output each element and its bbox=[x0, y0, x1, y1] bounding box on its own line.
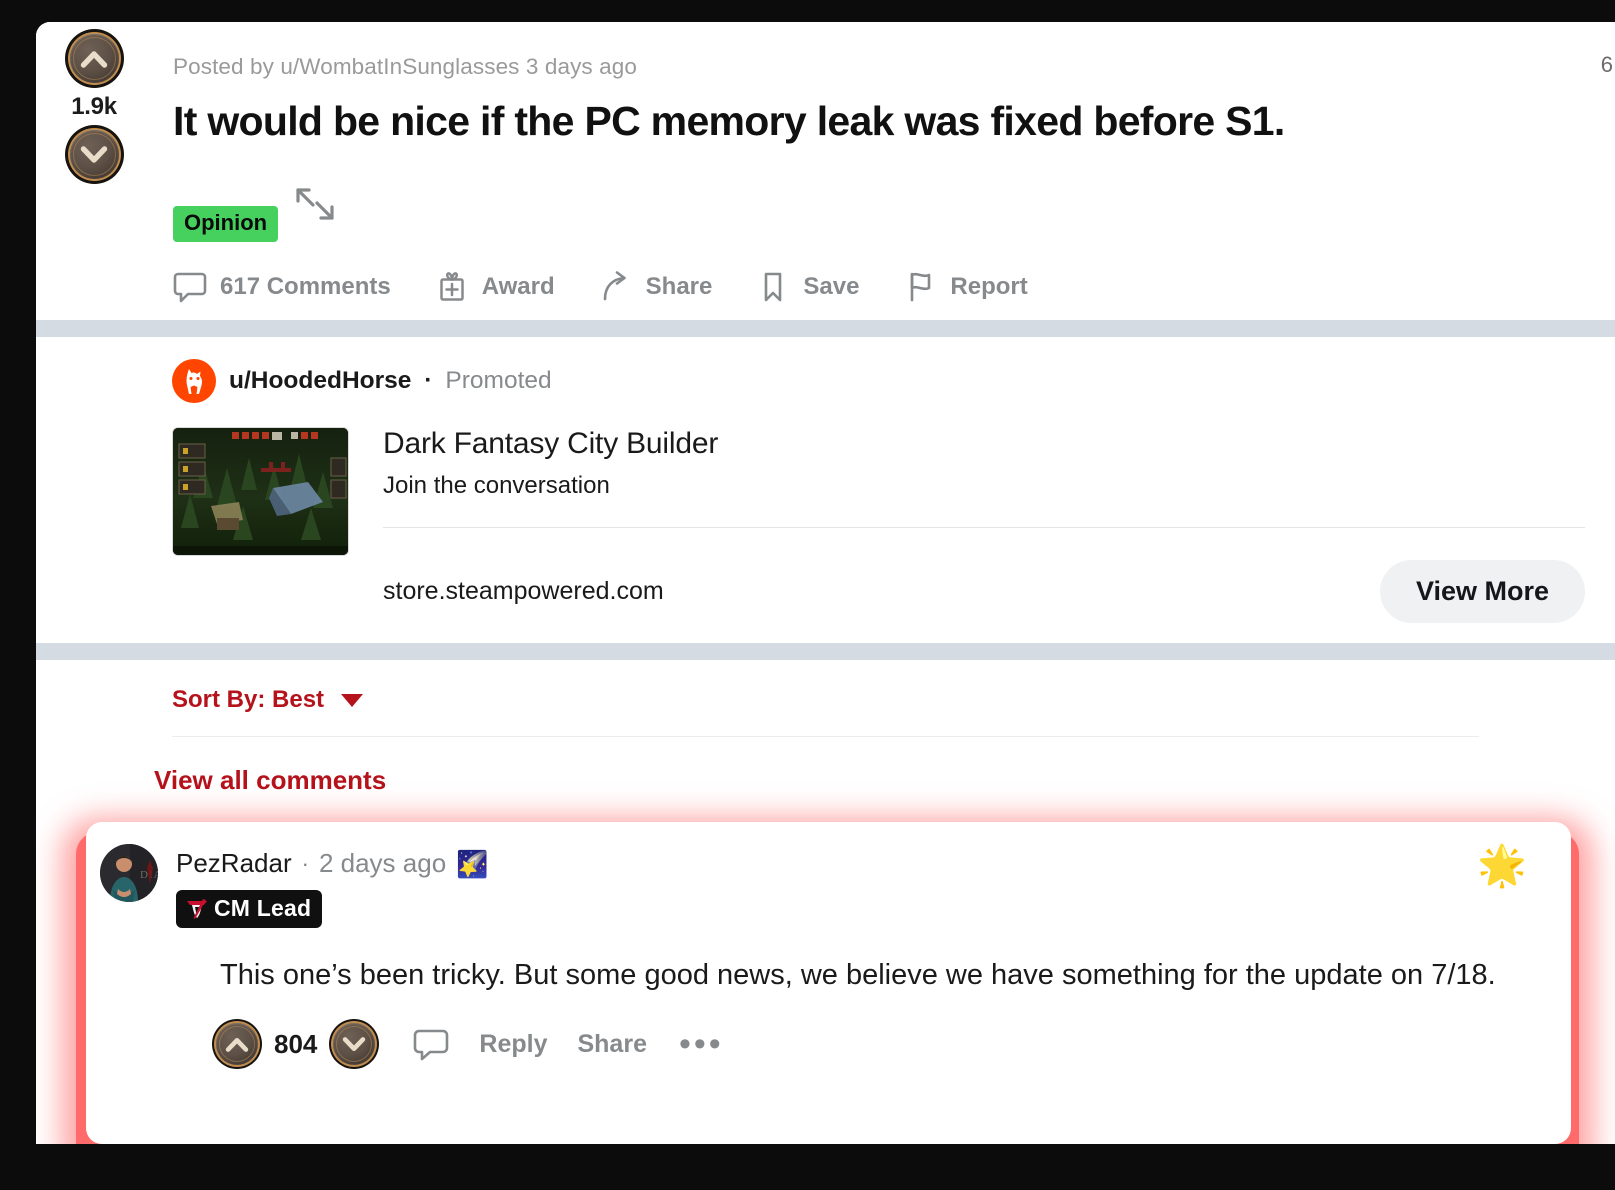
downvote-chevron-icon bbox=[80, 145, 108, 163]
flag-icon bbox=[911, 272, 931, 302]
post-card: 1.9k Posted by u/WombatInSunglasses 3 da… bbox=[36, 22, 1615, 1145]
comment-username[interactable]: PezRadar bbox=[176, 848, 292, 879]
view-more-button[interactable]: View More bbox=[1379, 560, 1585, 624]
comment-author-line: PezRadar · 2 days ago 🌠 bbox=[176, 848, 489, 879]
ad-divider bbox=[383, 527, 1585, 529]
pezradar-avatar[interactable]: DIA bbox=[100, 844, 158, 903]
cm-lead-badge: CM Lead bbox=[176, 890, 323, 929]
ad-header: u/HoodedHorse · Promoted bbox=[172, 359, 1615, 404]
comment-reply-button[interactable]: Reply bbox=[479, 1030, 547, 1059]
post-action-bar: 617 Comments Award Share Save Report bbox=[173, 270, 1615, 304]
section-divider-2 bbox=[36, 643, 1615, 661]
ad-text-column: Dark Fantasy City Builder Join the conve… bbox=[383, 427, 1615, 624]
sort-by-dropdown[interactable]: Sort By: Best bbox=[172, 686, 364, 714]
post-report-label: Report bbox=[950, 273, 1028, 301]
comment-score: 804 bbox=[274, 1028, 318, 1059]
post-save-label: Save bbox=[803, 273, 860, 301]
post-save-button[interactable]: Save bbox=[756, 270, 859, 304]
ad-content: Dark Fantasy City Builder Join the conve… bbox=[172, 427, 1615, 624]
comment-pezradar: 🌟 DIA bbox=[86, 822, 1571, 1145]
post-upvote-button[interactable] bbox=[69, 34, 119, 83]
post-award-button[interactable]: Award bbox=[435, 270, 555, 304]
diablo-d-logo bbox=[187, 898, 207, 919]
sort-by-label: Sort By: Best bbox=[172, 686, 325, 714]
downvote-chevron-icon bbox=[343, 1036, 366, 1051]
post-comments-button[interactable]: 617 Comments bbox=[173, 270, 391, 304]
ad-promoted-label: Promoted bbox=[445, 367, 552, 395]
comment-overflow-button[interactable]: ••• bbox=[679, 1027, 724, 1062]
comment-timestamp: 2 days ago bbox=[318, 848, 447, 879]
horse-head-avatar[interactable] bbox=[172, 359, 216, 404]
comment-emoji: 🌠 bbox=[456, 848, 489, 879]
edge-glyph: 6 bbox=[1600, 52, 1613, 77]
post-title: It would be nice if the PC memory leak w… bbox=[173, 98, 1285, 144]
post-vote-column: 1.9k bbox=[49, 34, 139, 179]
comment-meta: PezRadar · 2 days ago 🌠 CM Lead bbox=[176, 844, 489, 929]
post-byline: Posted by u/WombatInSunglasses 3 days ag… bbox=[173, 54, 637, 79]
sort-divider bbox=[172, 736, 1479, 738]
expand-arrows-icon[interactable] bbox=[289, 178, 341, 230]
comment-reply-icon-button[interactable] bbox=[413, 1027, 449, 1061]
comment-body: This one’s been tricky. But some good ne… bbox=[220, 959, 1496, 992]
ad-title[interactable]: Dark Fantasy City Builder bbox=[383, 427, 1585, 461]
gift-award-icon bbox=[439, 272, 464, 301]
comments-toolbar: Sort By: Best View all comments bbox=[36, 660, 1615, 797]
section-divider-1 bbox=[36, 320, 1615, 338]
bookmark-icon bbox=[765, 272, 782, 302]
upvote-chevron-icon bbox=[225, 1037, 249, 1052]
chevron-down-icon bbox=[341, 693, 364, 707]
ad-separator: · bbox=[424, 367, 433, 395]
comment-downvote-button[interactable] bbox=[333, 1023, 376, 1066]
ad-footer: store.steampowered.com View More bbox=[383, 560, 1585, 624]
post-downvote-button[interactable] bbox=[69, 130, 119, 179]
post-score: 1.9k bbox=[71, 93, 117, 120]
avatar-art: DIA bbox=[100, 844, 158, 903]
post-share-button[interactable]: Share bbox=[599, 270, 713, 304]
comment-corner-emoji: 🌟 bbox=[1477, 844, 1527, 889]
game-screenshot-thumbnail[interactable] bbox=[172, 427, 349, 557]
post-comments-label: 617 Comments bbox=[220, 273, 391, 301]
view-all-comments-link[interactable]: View all comments bbox=[154, 765, 386, 796]
promoted-ad: u/HoodedHorse · Promoted Dark Fantasy Ci… bbox=[36, 337, 1615, 644]
post-award-label: Award bbox=[481, 273, 555, 301]
post-flair[interactable]: Opinion bbox=[173, 206, 279, 243]
page-root: 1.9k Posted by u/WombatInSunglasses 3 da… bbox=[0, 0, 1615, 1190]
comment-header: DIA PezRadar bbox=[86, 844, 1571, 929]
ad-username[interactable]: u/HoodedHorse bbox=[229, 367, 411, 395]
share-arrow-icon bbox=[603, 271, 626, 301]
comment-separator: · bbox=[301, 850, 309, 876]
comment-footer: 804 Reply Share ••• bbox=[216, 1023, 1571, 1066]
comment-bubble-icon bbox=[414, 1029, 449, 1061]
ad-url[interactable]: store.steampowered.com bbox=[383, 577, 664, 606]
post-report-button[interactable]: Report bbox=[903, 270, 1028, 304]
upvote-chevron-icon bbox=[80, 50, 108, 68]
ad-subtitle: Join the conversation bbox=[383, 472, 610, 500]
thumbnail-art bbox=[173, 428, 348, 556]
highlighted-comment-wrapper: 🌟 DIA bbox=[44, 822, 1599, 1145]
cm-lead-badge-text: CM Lead bbox=[214, 895, 312, 922]
comment-upvote-button[interactable] bbox=[216, 1023, 258, 1066]
post-share-label: Share bbox=[645, 273, 713, 301]
post: 1.9k Posted by u/WombatInSunglasses 3 da… bbox=[36, 22, 1615, 321]
horse-head-icon bbox=[186, 369, 202, 395]
comment-share-button[interactable]: Share bbox=[577, 1030, 646, 1059]
post-body: Posted by u/WombatInSunglasses 3 days ag… bbox=[173, 22, 1615, 304]
comment-bubble-icon bbox=[173, 272, 207, 303]
